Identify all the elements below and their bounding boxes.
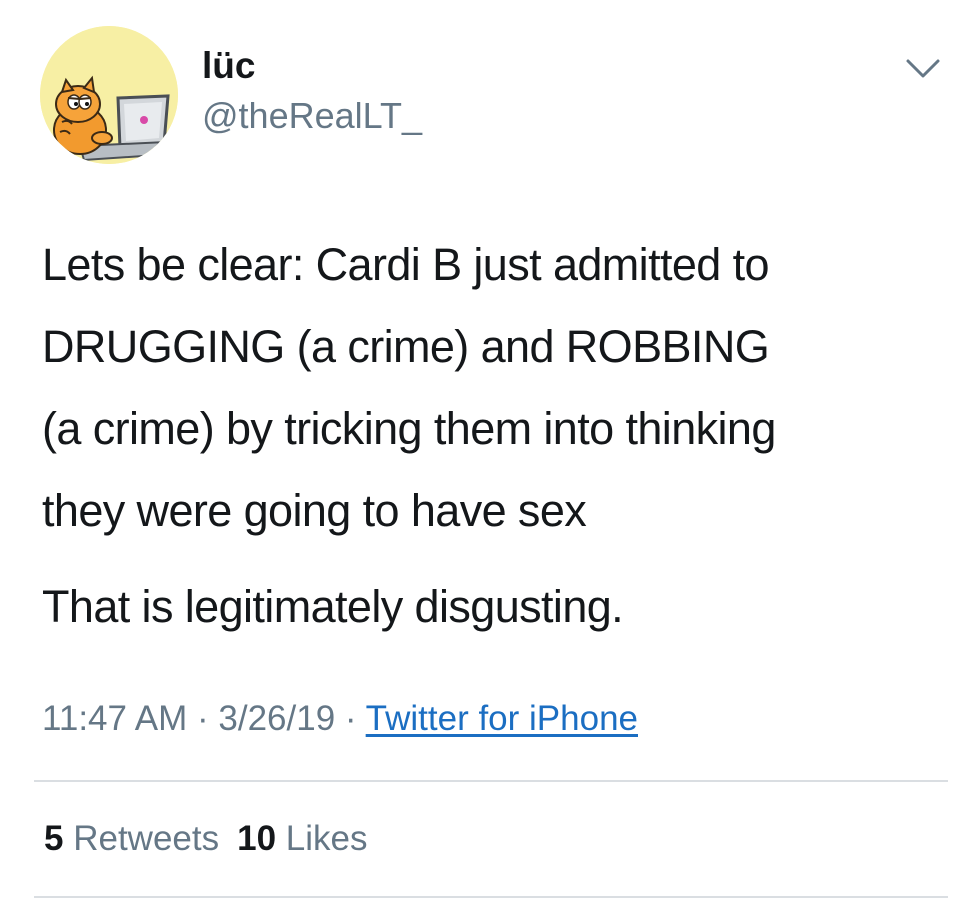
meta-separator: · (187, 699, 219, 738)
tweet-text-line: That is legitimately disgusting. (42, 581, 624, 632)
user-handle[interactable]: @theRealLT_ (202, 94, 422, 138)
retweets-count: 5 (44, 819, 64, 858)
tweet-meta: 11:47 AM · 3/26/19 · Twitter for iPhone (42, 696, 638, 742)
tweet-text-line: (a crime) by tricking them into thinking (42, 403, 776, 454)
tweet-text: Lets be clear: Cardi B just admitted to … (42, 224, 952, 648)
tweet-date[interactable]: 3/26/19 (218, 699, 335, 738)
likes-count: 10 (237, 819, 277, 858)
tweet-text-line: DRUGGING (a crime) and ROBBING (42, 321, 770, 372)
retweets-stat[interactable]: 5 Retweets (44, 819, 219, 858)
tweet-text-line: they were going to have sex (42, 485, 587, 536)
garfield-avatar-icon (40, 26, 178, 164)
tweet-time[interactable]: 11:47 AM (42, 699, 187, 738)
tweet-source-link[interactable]: Twitter for iPhone (366, 699, 638, 738)
likes-label: Likes (285, 819, 368, 858)
likes-stat[interactable]: 10 Likes (237, 819, 367, 858)
retweets-label: Retweets (73, 819, 220, 858)
display-name[interactable]: lüc (202, 44, 255, 88)
avatar[interactable] (40, 26, 178, 164)
tweet-text-line: Lets be clear: Cardi B just admitted to (42, 239, 770, 290)
divider (34, 780, 948, 782)
divider (34, 896, 948, 898)
chevron-down-icon (906, 59, 940, 78)
tweet-stats: 5 Retweets 10 Likes (44, 816, 368, 862)
meta-separator: · (335, 699, 366, 738)
more-options-button[interactable] (902, 54, 944, 84)
